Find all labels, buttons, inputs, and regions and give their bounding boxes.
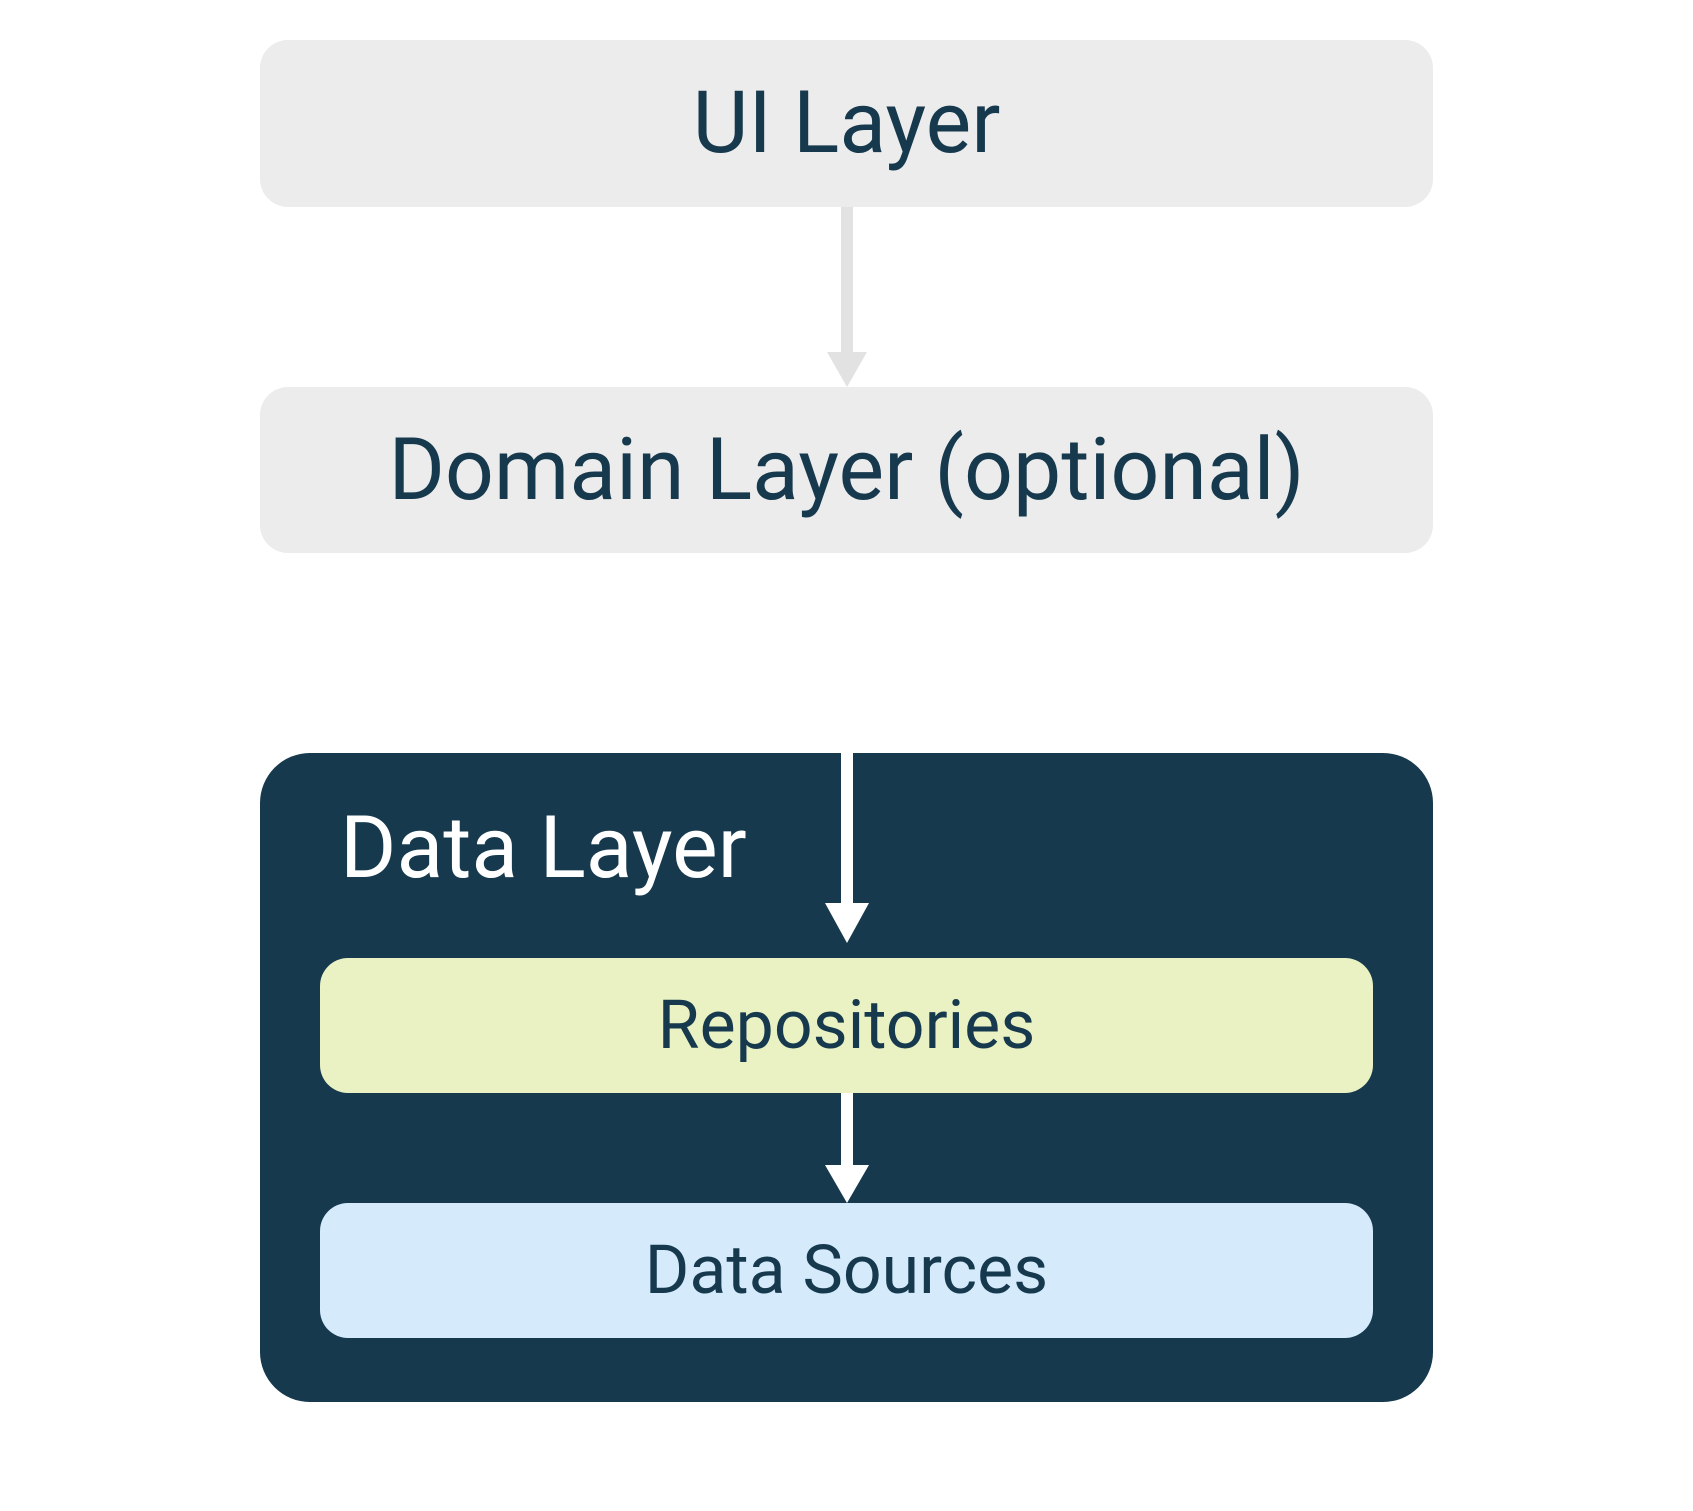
data-layer-title: Data Layer [320,753,1373,918]
arrow-down-icon [817,1093,877,1203]
repositories-box: Repositories [320,958,1373,1093]
arrow-repo-to-ds-container [320,1093,1373,1203]
ui-layer-box: UI Layer [260,40,1433,207]
arrow-ui-to-domain-container [260,207,1433,387]
spacer [320,918,1373,958]
gap-domain-to-data [260,553,1433,753]
domain-layer-box: Domain Layer (optional) [260,387,1433,554]
arrow-down-icon [817,207,877,387]
data-sources-box: Data Sources [320,1203,1373,1338]
data-layer-container: Data Layer Repositories Data Sources [260,753,1433,1402]
